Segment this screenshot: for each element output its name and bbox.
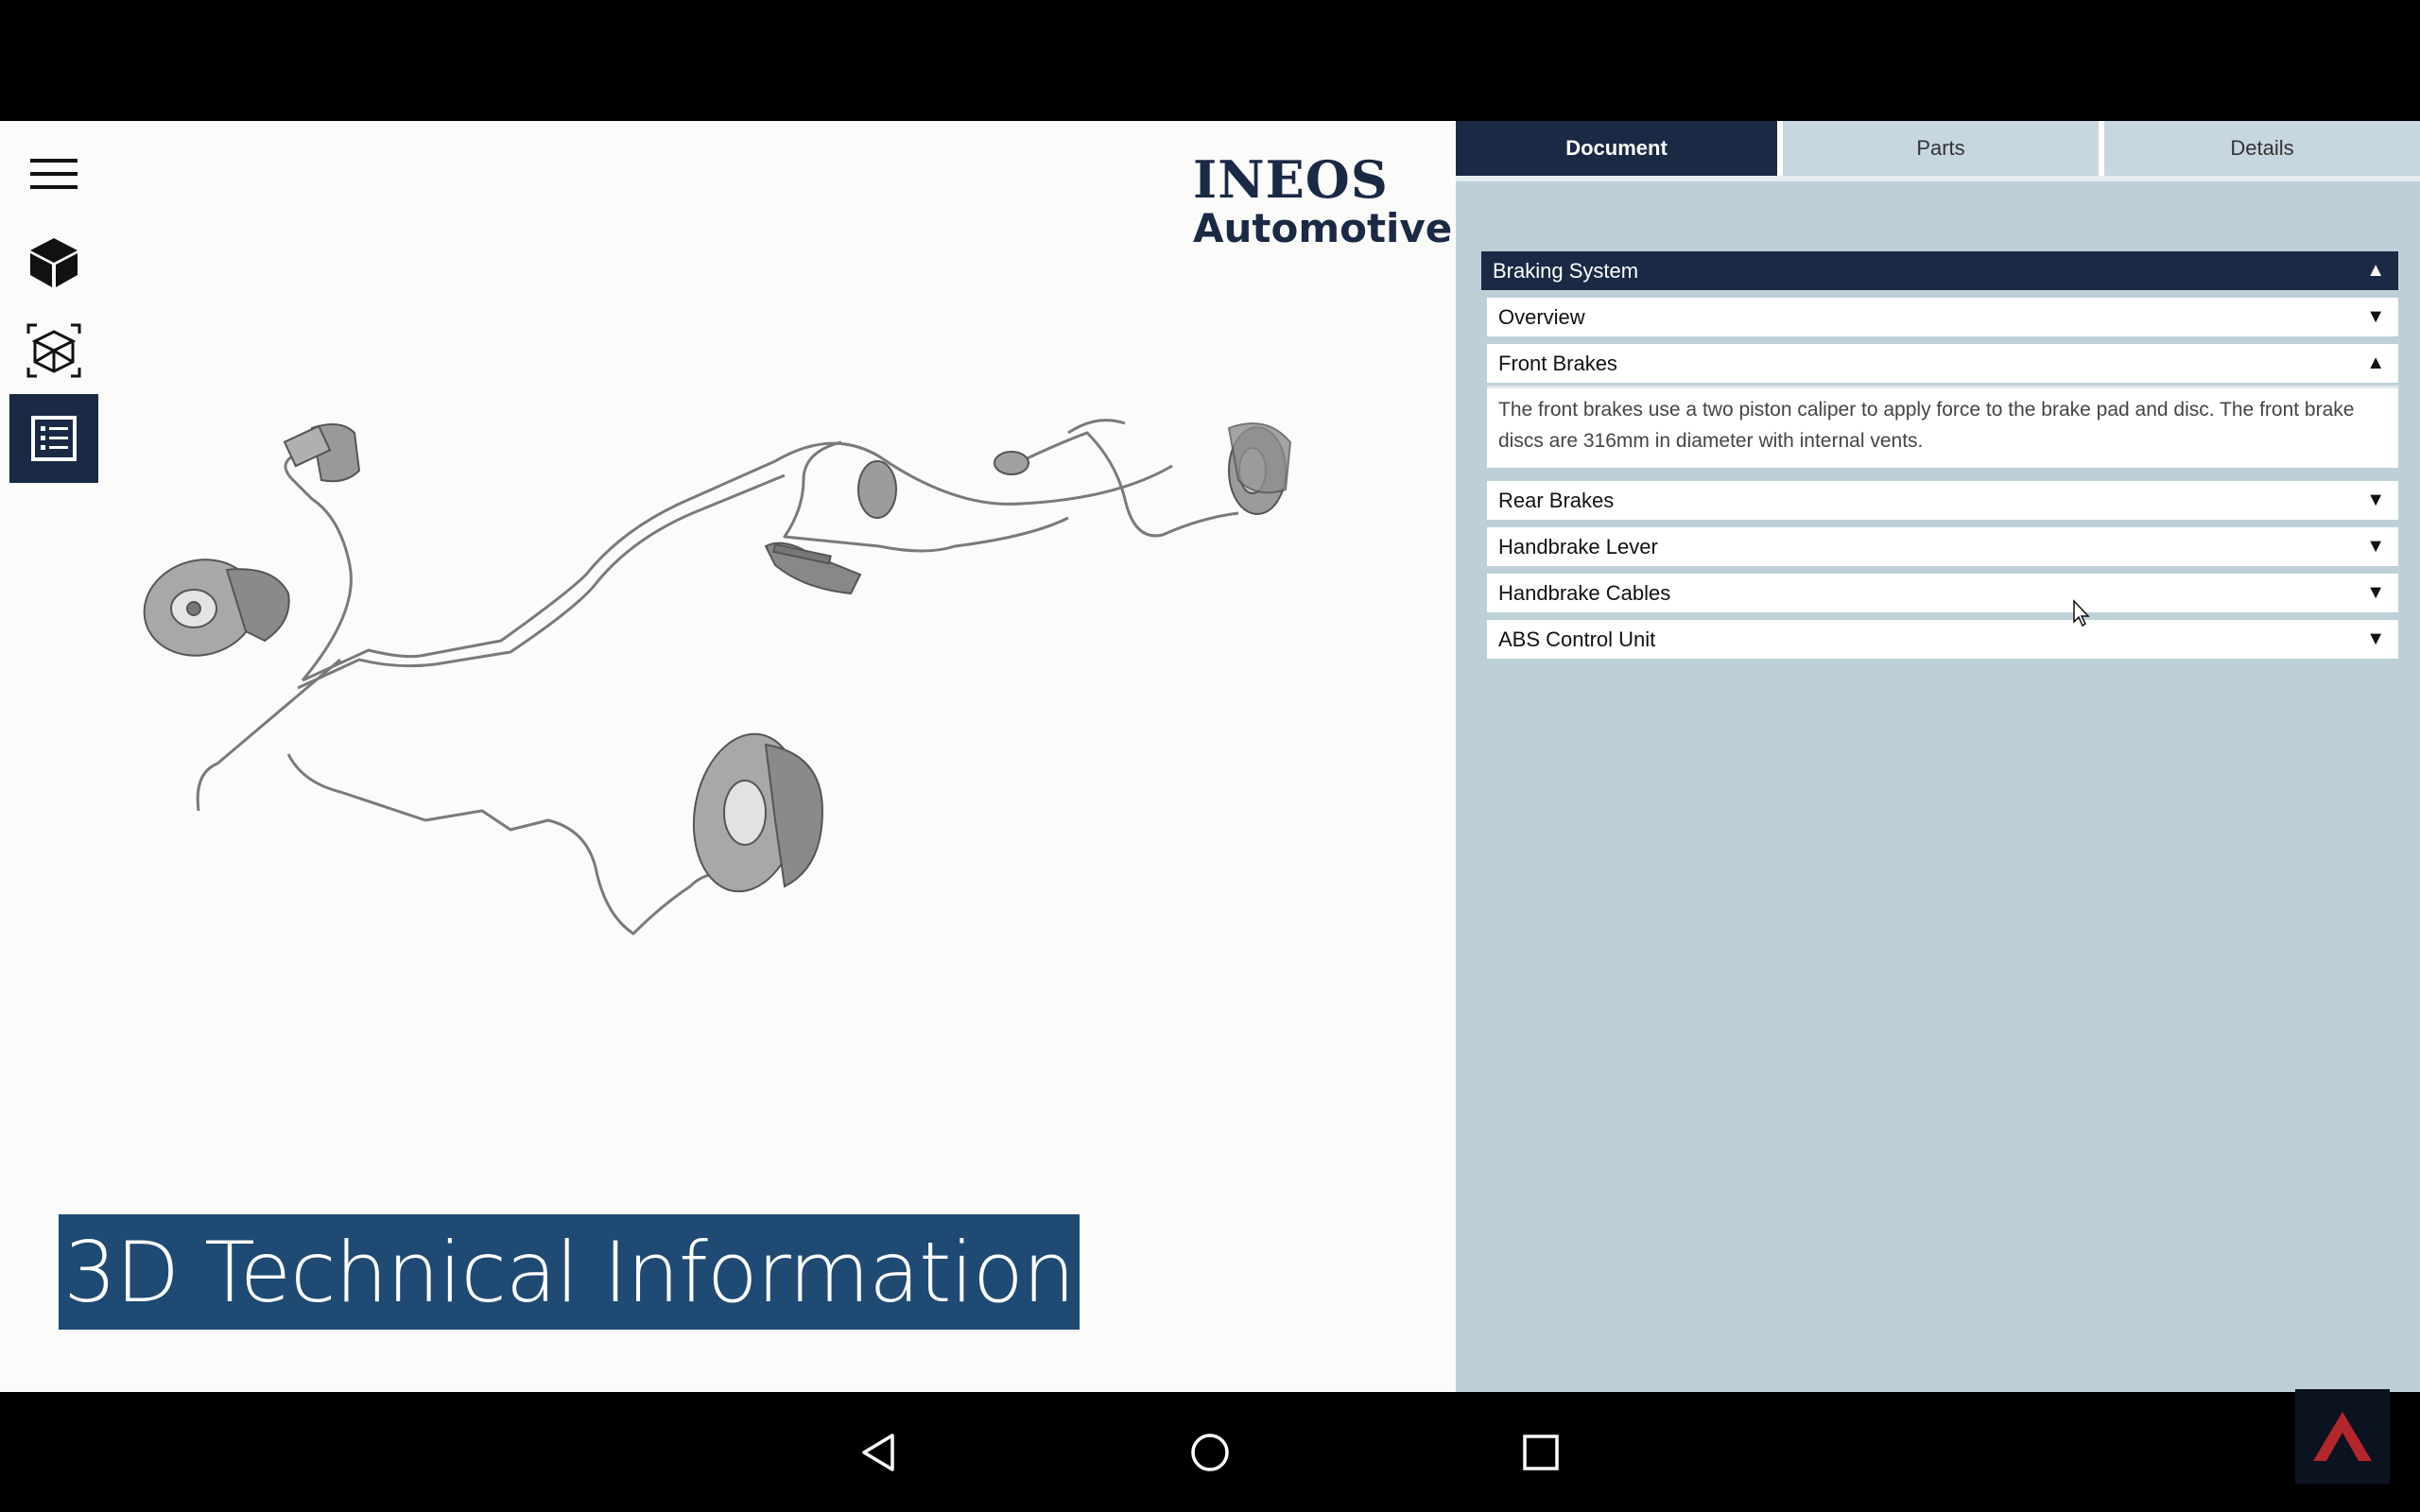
- ineos-logo: INEOS Automotive: [1193, 154, 1452, 249]
- expand-triangle-icon: ▼: [2366, 628, 2385, 649]
- expand-triangle-icon: ▼: [2366, 490, 2385, 510]
- back-icon: [862, 1433, 894, 1471]
- item-label: Handbrake Lever: [1498, 534, 1658, 558]
- section-header-braking-system[interactable]: Braking System ▲: [1481, 251, 2398, 290]
- solid-cube-icon: [30, 238, 78, 287]
- front-brakes-content: The front brakes use a two piston calipe…: [1487, 386, 2398, 468]
- braking-system-model[interactable]: [123, 376, 1380, 1208]
- wireframe-cube-icon: [26, 323, 81, 378]
- mouse-cursor-icon: [2073, 599, 2090, 627]
- item-label: Overview: [1498, 304, 1585, 329]
- accordion-item-rear-brakes[interactable]: Rear Brakes ▼: [1487, 481, 2398, 520]
- accordion-item-handbrake-cables[interactable]: Handbrake Cables ▼: [1487, 574, 2398, 612]
- recents-icon: [1523, 1434, 1559, 1470]
- info-panel: Document Parts Details Braking System ▲ …: [1456, 121, 2420, 1392]
- app-window: INEOS Automotive 3D Technical Informatio…: [0, 121, 2420, 1392]
- collapse-triangle-icon: ▲: [2366, 260, 2385, 281]
- item-label: Front Brakes: [1498, 351, 1617, 375]
- logo-line2: Automotive: [1193, 205, 1453, 251]
- tab-bar: Document Parts Details: [1456, 121, 2420, 176]
- status-bar: [0, 0, 2420, 121]
- expand-triangle-icon: ▼: [2366, 536, 2385, 557]
- expand-triangle-icon: ▼: [2366, 582, 2385, 603]
- tab-details[interactable]: Details: [2104, 121, 2420, 176]
- left-toolbar: [0, 121, 109, 499]
- document-list-icon: [31, 416, 77, 461]
- home-icon: [1191, 1433, 1229, 1471]
- wireframe-view-button[interactable]: [9, 306, 98, 395]
- tab-underline: [1456, 176, 2420, 181]
- tab-label: Document: [1565, 136, 1668, 160]
- logo-line1: INEOS: [1193, 149, 1389, 210]
- accordion-item-handbrake-lever[interactable]: Handbrake Lever ▼: [1487, 527, 2398, 566]
- tab-label: Details: [2230, 136, 2294, 160]
- 3d-viewer[interactable]: INEOS Automotive 3D Technical Informatio…: [0, 121, 1456, 1392]
- menu-button[interactable]: [9, 130, 98, 219]
- a-logo-icon: [2313, 1412, 2372, 1461]
- item-label: Handbrake Cables: [1498, 580, 1671, 605]
- android-nav-bar: [0, 1392, 2420, 1512]
- tab-document[interactable]: Document: [1456, 121, 1777, 176]
- document-accordion: Braking System ▲ Overview ▼ Front Brakes ▲…: [1481, 251, 2398, 659]
- accordion-item-front-brakes[interactable]: Front Brakes ▲: [1487, 344, 2398, 383]
- item-label: Rear Brakes: [1498, 488, 1615, 512]
- nav-recents-button[interactable]: [1489, 1392, 1593, 1512]
- expand-triangle-icon: ▼: [2366, 306, 2385, 327]
- tab-label: Parts: [1916, 136, 1965, 160]
- solid-view-button[interactable]: [9, 218, 98, 307]
- document-view-button[interactable]: [9, 394, 98, 483]
- corner-logo-badge: [2295, 1389, 2390, 1484]
- hamburger-menu-icon: [30, 159, 78, 189]
- nav-home-button[interactable]: [1158, 1392, 1262, 1512]
- title-banner: 3D Technical Information: [59, 1214, 1080, 1330]
- item-label: ABS Control Unit: [1498, 627, 1656, 651]
- section-title: Braking System: [1493, 258, 1639, 283]
- accordion-item-overview[interactable]: Overview ▼: [1487, 298, 2398, 336]
- nav-back-button[interactable]: [827, 1392, 931, 1512]
- tab-parts[interactable]: Parts: [1783, 121, 2099, 176]
- accordion-item-abs-control-unit[interactable]: ABS Control Unit ▼: [1487, 620, 2398, 659]
- collapse-triangle-icon: ▲: [2366, 352, 2385, 373]
- front-brakes-description: The front brakes use a two piston calipe…: [1487, 386, 2398, 468]
- banner-title: 3D Technical Information: [63, 1223, 1075, 1321]
